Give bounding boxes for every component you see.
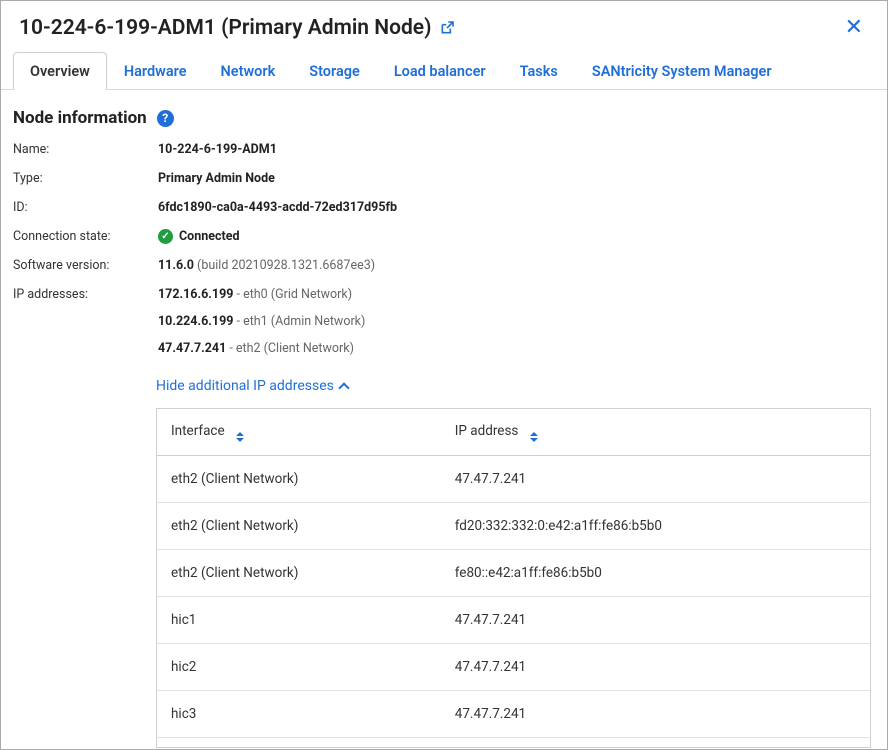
ip-table: Interface IP address eth2 (Client Networ… xyxy=(157,409,870,747)
ip-address: 47.47.7.241 xyxy=(158,341,226,356)
label-id: ID: xyxy=(13,200,158,215)
tab-overview[interactable]: Overview xyxy=(13,52,107,90)
sort-icon[interactable] xyxy=(236,432,244,442)
cell-ip: 47.47.7.241 xyxy=(441,738,870,748)
node-info-grid: Name: 10-224-6-199-ADM1 Type: Primary Ad… xyxy=(1,136,887,360)
col-interface-label: Interface xyxy=(171,423,225,439)
cell-ip: fe80::e42:a1ff:fe86:b5b0 xyxy=(441,550,870,597)
hide-link-text: Hide additional IP addresses xyxy=(156,378,334,394)
tab-tasks[interactable]: Tasks xyxy=(503,52,575,90)
section-title: Node information xyxy=(13,108,147,128)
connection-state-text: Connected xyxy=(179,229,240,244)
table-row: hic247.47.7.241 xyxy=(157,644,870,691)
sw-version: 11.6.0 xyxy=(158,258,194,273)
node-detail-panel: 10-224-6-199-ADM1 (Primary Admin Node) ✕… xyxy=(0,0,888,750)
ip-table-container: Interface IP address eth2 (Client Networ… xyxy=(156,408,871,748)
cell-ip: fd20:332:332:0:e42:a1ff:fe86:b5b0 xyxy=(441,503,870,550)
close-icon[interactable]: ✕ xyxy=(839,15,869,41)
panel-header: 10-224-6-199-ADM1 (Primary Admin Node) ✕ xyxy=(1,1,887,47)
hide-additional-ips-link[interactable]: Hide additional IP addresses xyxy=(1,360,887,404)
value-type: Primary Admin Node xyxy=(158,171,875,186)
cell-interface: hic2 xyxy=(157,644,441,691)
cell-ip: 47.47.7.241 xyxy=(441,456,870,503)
external-link-icon[interactable] xyxy=(439,20,455,36)
col-header-interface[interactable]: Interface xyxy=(157,409,441,456)
value-ip-addresses: 172.16.6.199 - eth0 (Grid Network)10.224… xyxy=(158,287,875,356)
col-header-ip[interactable]: IP address xyxy=(441,409,870,456)
tab-bar: OverviewHardwareNetworkStorageLoad balan… xyxy=(1,51,887,90)
value-id: 6fdc1890-ca0a-4493-acdd-72ed317d95fb xyxy=(158,200,875,215)
ip-address: 10.224.6.199 xyxy=(158,314,233,329)
ip-desc: - eth1 (Admin Network) xyxy=(233,314,365,329)
sw-build: (build 20210928.1321.6687ee3) xyxy=(197,258,375,273)
label-connection-state: Connection state: xyxy=(13,229,158,244)
ip-desc: - eth2 (Client Network) xyxy=(226,341,354,356)
col-ip-label: IP address xyxy=(455,423,519,439)
ip-line: 172.16.6.199 - eth0 (Grid Network) xyxy=(158,287,875,302)
label-software-version: Software version: xyxy=(13,258,158,273)
cell-interface: hic3 xyxy=(157,691,441,738)
cell-interface: eth2 (Client Network) xyxy=(157,550,441,597)
page-title: 10-224-6-199-ADM1 (Primary Admin Node) xyxy=(19,16,431,40)
sort-icon[interactable] xyxy=(530,432,538,442)
label-ip-addresses: IP addresses: xyxy=(13,287,158,356)
tab-storage[interactable]: Storage xyxy=(292,52,377,90)
ip-table-scroll[interactable]: Interface IP address eth2 (Client Networ… xyxy=(157,409,870,747)
value-connection-state: ✓ Connected xyxy=(158,229,875,244)
cell-ip: 47.47.7.241 xyxy=(441,597,870,644)
cell-interface: hic1 xyxy=(157,597,441,644)
tab-santricity-system-manager[interactable]: SANtricity System Manager xyxy=(575,52,789,90)
ip-desc: - eth0 (Grid Network) xyxy=(233,287,352,302)
chevron-up-icon xyxy=(338,382,349,393)
cell-interface: hic4 xyxy=(157,738,441,748)
ip-line: 10.224.6.199 - eth1 (Admin Network) xyxy=(158,314,875,329)
tab-hardware[interactable]: Hardware xyxy=(107,52,204,90)
tab-load-balancer[interactable]: Load balancer xyxy=(377,52,503,90)
table-row: hic347.47.7.241 xyxy=(157,691,870,738)
ip-table-body: eth2 (Client Network)47.47.7.241eth2 (Cl… xyxy=(157,456,870,748)
table-row: eth2 (Client Network)47.47.7.241 xyxy=(157,456,870,503)
help-icon[interactable]: ? xyxy=(157,110,174,127)
table-row: eth2 (Client Network)fe80::e42:a1ff:fe86… xyxy=(157,550,870,597)
value-name: 10-224-6-199-ADM1 xyxy=(158,142,875,157)
table-row: eth2 (Client Network)fd20:332:332:0:e42:… xyxy=(157,503,870,550)
value-software-version: 11.6.0 (build 20210928.1321.6687ee3) xyxy=(158,258,875,273)
status-connected-icon: ✓ xyxy=(158,229,173,244)
table-row: hic147.47.7.241 xyxy=(157,597,870,644)
cell-ip: 47.47.7.241 xyxy=(441,644,870,691)
table-row: hic447.47.7.241 xyxy=(157,738,870,748)
label-type: Type: xyxy=(13,171,158,186)
ip-line: 47.47.7.241 - eth2 (Client Network) xyxy=(158,341,875,356)
section-header: Node information ? xyxy=(1,90,887,136)
label-name: Name: xyxy=(13,142,158,157)
ip-address: 172.16.6.199 xyxy=(158,287,233,302)
cell-interface: eth2 (Client Network) xyxy=(157,503,441,550)
cell-interface: eth2 (Client Network) xyxy=(157,456,441,503)
cell-ip: 47.47.7.241 xyxy=(441,691,870,738)
tab-network[interactable]: Network xyxy=(204,52,293,90)
